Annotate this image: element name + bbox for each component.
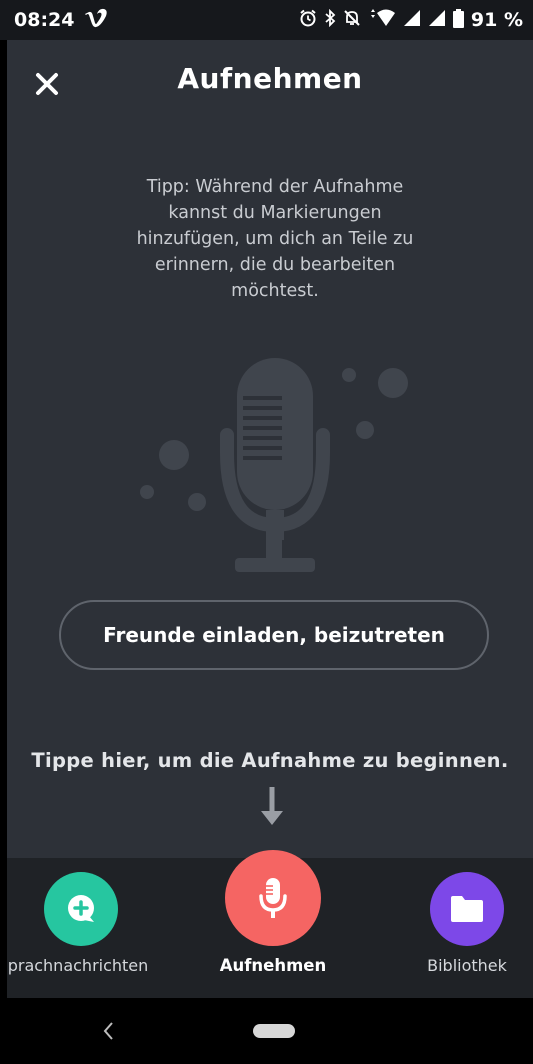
mute-icon bbox=[343, 9, 361, 31]
microphone-illustration-icon bbox=[140, 358, 408, 572]
start-recording-hint: Tippe hier, um die Aufnahme zu beginnen. bbox=[31, 749, 509, 772]
tab-voice-messages-label: prachnachrichten bbox=[7, 956, 149, 975]
invite-friends-button[interactable]: Freunde einladen, beizutreten bbox=[59, 600, 489, 670]
tab-library[interactable]: Bibliothek bbox=[399, 872, 533, 975]
bottom-tab-bar: prachnachrichten Aufnehmen Bibliothek bbox=[7, 850, 533, 998]
bluetooth-icon bbox=[324, 8, 336, 31]
chat-plus-icon bbox=[68, 895, 94, 922]
microphone-icon bbox=[259, 878, 287, 918]
tab-record-label: Aufnehmen bbox=[219, 956, 327, 975]
record-button[interactable] bbox=[225, 850, 321, 946]
signal-icon bbox=[403, 9, 421, 31]
vimeo-icon bbox=[84, 8, 108, 33]
folder-icon bbox=[451, 896, 483, 922]
tab-library-button[interactable] bbox=[430, 872, 504, 946]
header: Aufnehmen bbox=[7, 40, 533, 124]
system-nav-bar bbox=[0, 998, 533, 1064]
tab-voice-messages-button[interactable] bbox=[44, 872, 118, 946]
record-screen: Aufnehmen Tipp: Während der Aufnahme kan… bbox=[7, 40, 533, 858]
tab-record[interactable]: Aufnehmen bbox=[200, 850, 346, 975]
status-bar: 08:24 91 % bbox=[0, 0, 533, 40]
page-title: Aufnehmen bbox=[177, 62, 363, 95]
arrow-down-icon bbox=[261, 787, 283, 825]
home-pill[interactable] bbox=[253, 1024, 295, 1038]
tab-library-label: Bibliothek bbox=[427, 956, 507, 975]
back-icon[interactable] bbox=[98, 1018, 118, 1044]
wifi-icon bbox=[368, 9, 396, 31]
status-time: 08:24 bbox=[14, 9, 75, 31]
tab-voice-messages[interactable]: prachnachrichten bbox=[0, 872, 175, 975]
alarm-icon bbox=[299, 9, 317, 31]
signal-icon-2 bbox=[428, 9, 446, 31]
battery-icon bbox=[452, 8, 464, 32]
tip-text: Tipp: Während der Aufnahme kannst du Mar… bbox=[136, 177, 414, 301]
battery-level: 91 % bbox=[470, 9, 523, 31]
